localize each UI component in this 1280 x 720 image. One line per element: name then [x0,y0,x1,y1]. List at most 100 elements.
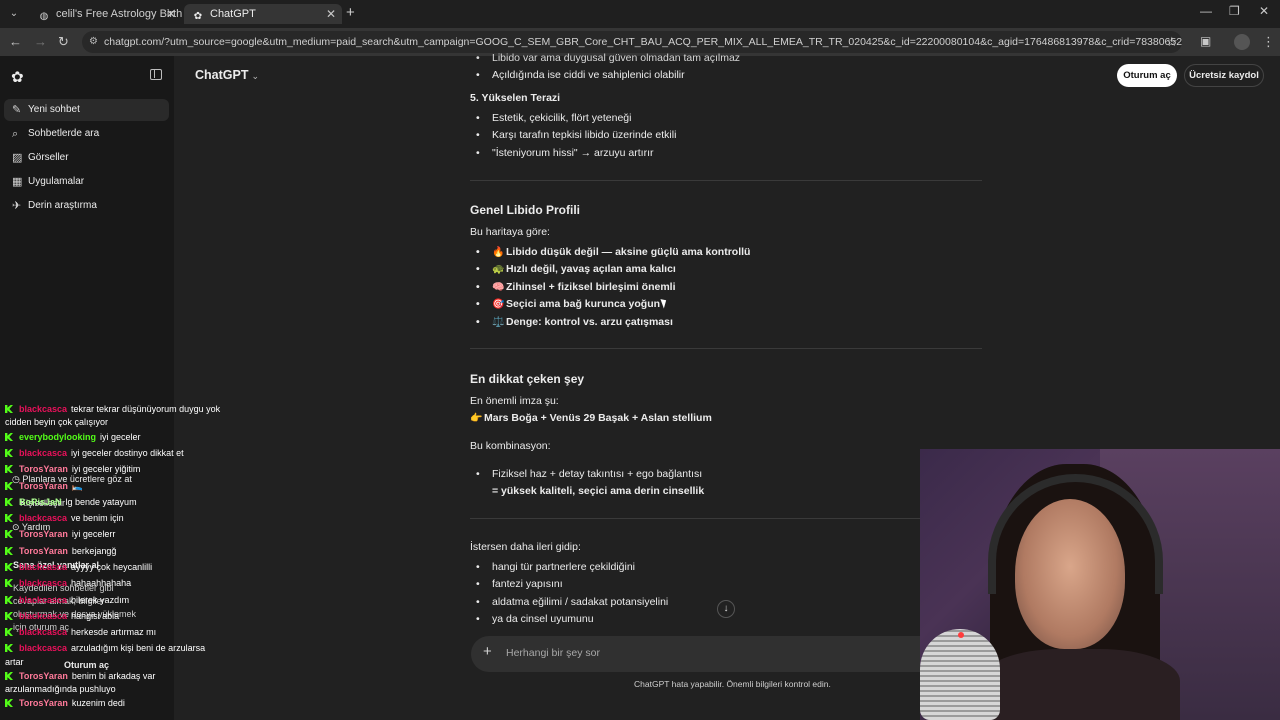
telescope-icon: ✈ [12,200,22,212]
chat-username: blackcasca [19,643,68,653]
list-item: Fiziksel haz + detay takıntısı + ego bağ… [476,468,702,480]
new-tab-button[interactable]: + [346,4,355,21]
divider [470,180,982,181]
chat-username: everybodylooking [19,432,97,442]
url-text: chatgpt.com/?utm_source=google&utm_mediu… [104,36,1182,48]
sidebar-item-label: Sohbetlerde ara [28,128,100,139]
chat-text: hahaahhahaha [71,578,132,588]
kick-badge-icon [5,498,13,506]
divider [470,518,982,519]
list-item: Karşı tarafın tepkisi libido üzerinde et… [476,129,676,141]
chat-username: blackcasca [19,627,68,637]
reload-icon[interactable]: ↻ [58,34,69,50]
chat-username: blackcasca [19,404,68,414]
sidebar-item-new-chat[interactable]: ✎ Yeni sohbet [4,99,169,121]
extensions-icon[interactable]: ▣ [1200,34,1211,48]
list-item: Açıldığında ise ciddi ve sahiplenici ola… [476,69,685,81]
chat-username: blackcasca [19,611,68,621]
tab-chatgpt[interactable]: ✿ ChatGPT ✕ [184,4,342,24]
close-tab-icon[interactable]: ✕ [166,4,176,24]
list-item: ya da cinsel uyumunu [476,613,594,625]
bookmark-star-icon[interactable]: ☆ [1166,34,1178,50]
chat-message: TorosYaran benim bi arkadaş var [5,670,155,682]
pointing-hand-icon: 👉 [470,413,483,424]
login-button[interactable]: Oturum aç [1117,64,1177,87]
kick-badge-icon [5,547,13,555]
sidebar-item-apps[interactable]: ▦ Uygulamalar [4,171,169,193]
sidebar-item-label: Derin araştırma [28,200,97,211]
chatgpt-icon: ✿ [193,11,203,22]
list-item: 🐢Hızlı değil, yavaş açılan ama kalıcı [476,263,676,275]
plus-icon[interactable]: + [483,643,492,660]
back-icon[interactable]: ← [9,34,22,49]
section-title: En dikkat çeken şey [470,372,585,386]
list-item: Estetik, çekicilik, flört yeteneği [476,112,631,124]
chat-message-continuation: artar [5,657,24,667]
paragraph: 👉 Mars Boğa + Venüs 29 Başak + Aslan stel… [470,412,712,424]
scroll-down-button[interactable]: ↓ [717,600,735,618]
kick-badge-icon [5,612,13,620]
webcam-overlay [920,449,1280,720]
list-item: hangi tür partnerlere çekildiğini [476,561,635,573]
chat-text: tekrar tekrar düşünüyorum duygu yok [71,404,221,414]
kick-badge-icon [5,672,13,680]
chat-message: TorosYaran 🛌 [5,480,83,492]
chat-text: benim bi arkadaş var [71,671,156,681]
sidebar-item-deep-research[interactable]: ✈ Derin araştırma [4,195,169,217]
chat-message: everybodylooking iyi geceler [5,431,141,443]
close-tab-icon[interactable]: ✕ [326,4,336,24]
list-item-text: Libido düşük değil — aksine güçlü ama ko… [506,246,751,258]
sidebar-item-images[interactable]: ▨ Görseller [4,147,169,169]
site-info-icon[interactable]: ⚙ [89,31,98,53]
list-item-text: "İsteniyorum hissi" → arzuyu artırır [492,147,654,159]
chat-username: BoRisJaN [19,497,62,507]
list-item: aldatma eğilimi / sadakat potansiyelini [476,596,668,608]
minimize-icon[interactable]: — [1200,4,1212,18]
list-item-text: Estetik, çekicilik, flört yeteneği [492,112,632,124]
restore-icon[interactable]: ❐ [1229,4,1240,18]
chat-message: blackcasca ve benim için [5,512,124,524]
chat-username: blackcasca [19,578,68,588]
turtle-icon: 🐢 [492,264,505,275]
list-item: 🔥Libido düşük değil — aksine güçlü ama k… [476,246,750,258]
prompt-input[interactable]: Herhangi bir şey sor [506,647,600,659]
tab-astrology[interactable]: ◍ celil's Free Astrology Birth Char ✕ [30,4,182,24]
chat-text: iyi geceler dostinyo dikkat et [71,448,184,458]
streamer-body [980,649,1180,720]
list-item: "İsteniyorum hissi" → arzuyu artırır [476,147,654,159]
tab-title: celil's Free Astrology Birth Char [56,8,182,20]
model-selector[interactable]: ChatGPT ⌄ [195,68,259,82]
kick-badge-icon [5,530,13,538]
sidebar-item-search[interactable]: ⌕ Sohbetlerde ara [4,123,169,145]
kick-badge-icon [5,628,13,636]
list-item-text: Hızlı değil, yavaş açılan ama kalıcı [506,263,676,275]
chat-username: TorosYaran [19,546,68,556]
profile-avatar[interactable] [1234,34,1250,50]
prompt-composer[interactable]: + Herhangi bir şey sor [471,636,991,672]
kick-badge-icon [5,596,13,604]
signup-button[interactable]: Ücretsiz kaydol [1184,64,1264,87]
chatgpt-logo-icon[interactable]: ✿ [11,68,24,86]
forward-icon[interactable]: → [34,34,47,49]
chat-message: TorosYaran iyi gecelerr [5,528,115,540]
list-item-text: Libido var ama duygusal güven olmadan ta… [492,52,741,64]
list-item-text: aldatma eğilimi / sadakat potansiyelini [492,596,669,608]
kick-badge-icon [5,699,13,707]
sidebar-toggle-icon[interactable] [150,69,162,80]
section-title: Genel Libido Profili [470,203,581,217]
chat-message: blackcasca herkesde artırmaz mı [5,626,156,638]
close-window-icon[interactable]: ✕ [1259,4,1269,18]
chat-username: TorosYaran [19,698,68,708]
chat-username: TorosYaran [19,529,68,539]
chat-message: blackcasca hangisi abla [5,610,119,622]
chat-message: blackcasca bilerek yazdım [5,594,129,606]
browser-menu-icon[interactable]: ⋮ [1262,34,1275,50]
tab-search-icon[interactable]: ⌄ [6,6,22,22]
chat-username: blackcasca [19,448,68,458]
kick-badge-icon [5,579,13,587]
list-item-text: hangi tür partnerlere çekildiğini [492,561,635,573]
kick-badge-icon [5,465,13,473]
url-field[interactable]: ⚙ chatgpt.com/?utm_source=google&utm_med… [82,31,1182,53]
chat-text: 🛌 [71,481,84,491]
sidebar-login-button[interactable]: Oturum aç [64,660,109,670]
